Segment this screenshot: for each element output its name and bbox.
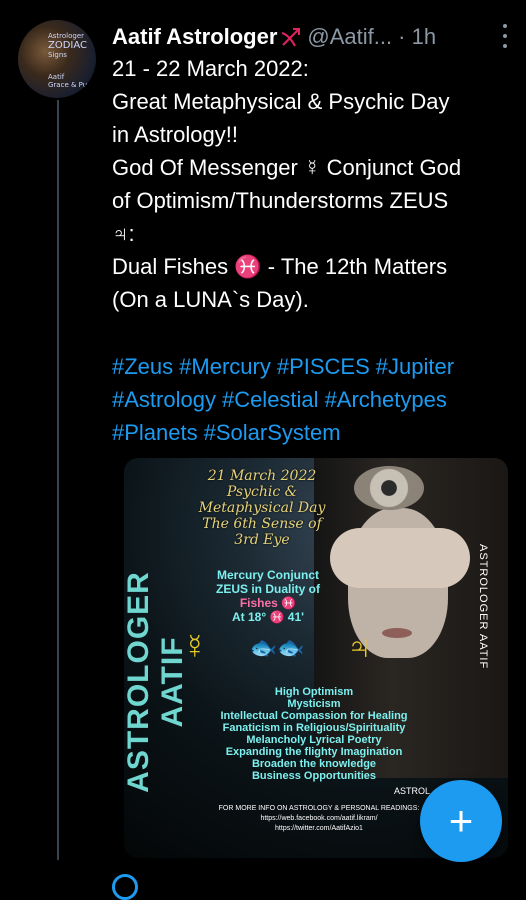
hashtag-link[interactable]: #PISCES — [277, 354, 370, 379]
jupiter-icon: ♃ — [346, 628, 372, 666]
hashtag-link[interactable]: #Celestial — [222, 387, 319, 412]
hashtag-link[interactable]: #SolarSystem — [204, 420, 341, 445]
retweet-context-icon — [112, 874, 138, 900]
hashtag-link[interactable]: #Jupiter — [376, 354, 454, 379]
third-eye-icon — [354, 466, 424, 510]
mercury-icon: ☿ — [182, 628, 208, 666]
hashtag-link[interactable]: #Planets — [112, 420, 198, 445]
media-mercury-text: Mercury Conjunct ZEUS in Duality of Fish… — [215, 568, 320, 624]
thread-connector-line — [57, 100, 59, 860]
hashtag-list: #Zeus #Mercury #PISCES #Jupiter #Astrology #… — [112, 350, 512, 449]
tweet-body: 21 - 22 March 2022: Great Metaphysical &… — [112, 56, 462, 312]
tweet-header: Aatif Astrologer @Aatif... · 1h — [112, 22, 512, 52]
author-name[interactable]: Aatif Astrologer — [112, 24, 277, 50]
hashtag-link[interactable]: #Mercury — [179, 354, 271, 379]
compose-tweet-button[interactable]: + — [420, 780, 502, 862]
media-side-text-left: ASTROLOGER AATIF — [124, 571, 189, 793]
hashtag-link[interactable]: #Zeus — [112, 354, 173, 379]
image-hands — [330, 528, 470, 588]
media-traits-list: High Optimism Mysticism Intellectual Com… — [220, 686, 408, 782]
media-planet-symbols: ☿ 🐟🐟 ♃ — [182, 628, 372, 667]
tweet-time[interactable]: · 1h — [398, 24, 436, 50]
media-side-text-right: ASTROLOGER AATIF — [477, 544, 489, 670]
avatar[interactable]: Astrologer ZODIAC Signs Aatif Grace & Pu… — [18, 20, 96, 98]
image-mouth — [382, 628, 412, 638]
media-info-text: FOR MORE INFO ON ASTROLOGY & PERSONAL RE… — [218, 805, 420, 832]
hashtag-link[interactable]: #Archetypes — [325, 387, 447, 412]
media-astrol-text: ASTROL — [394, 786, 431, 796]
plus-icon: + — [448, 797, 474, 844]
author-handle[interactable]: @Aatif... — [307, 24, 392, 50]
fish-icon: 🐟🐟 — [249, 634, 305, 660]
avatar-text: Astrologer ZODIAC Signs Aatif Grace & Pu… — [48, 32, 95, 89]
more-options-icon[interactable] — [498, 24, 512, 48]
bow-arrow-icon — [279, 25, 303, 49]
media-title: 21 March 2022 Psychic & Metaphysical Day… — [198, 468, 326, 548]
hashtag-link[interactable]: #Astrology — [112, 387, 216, 412]
